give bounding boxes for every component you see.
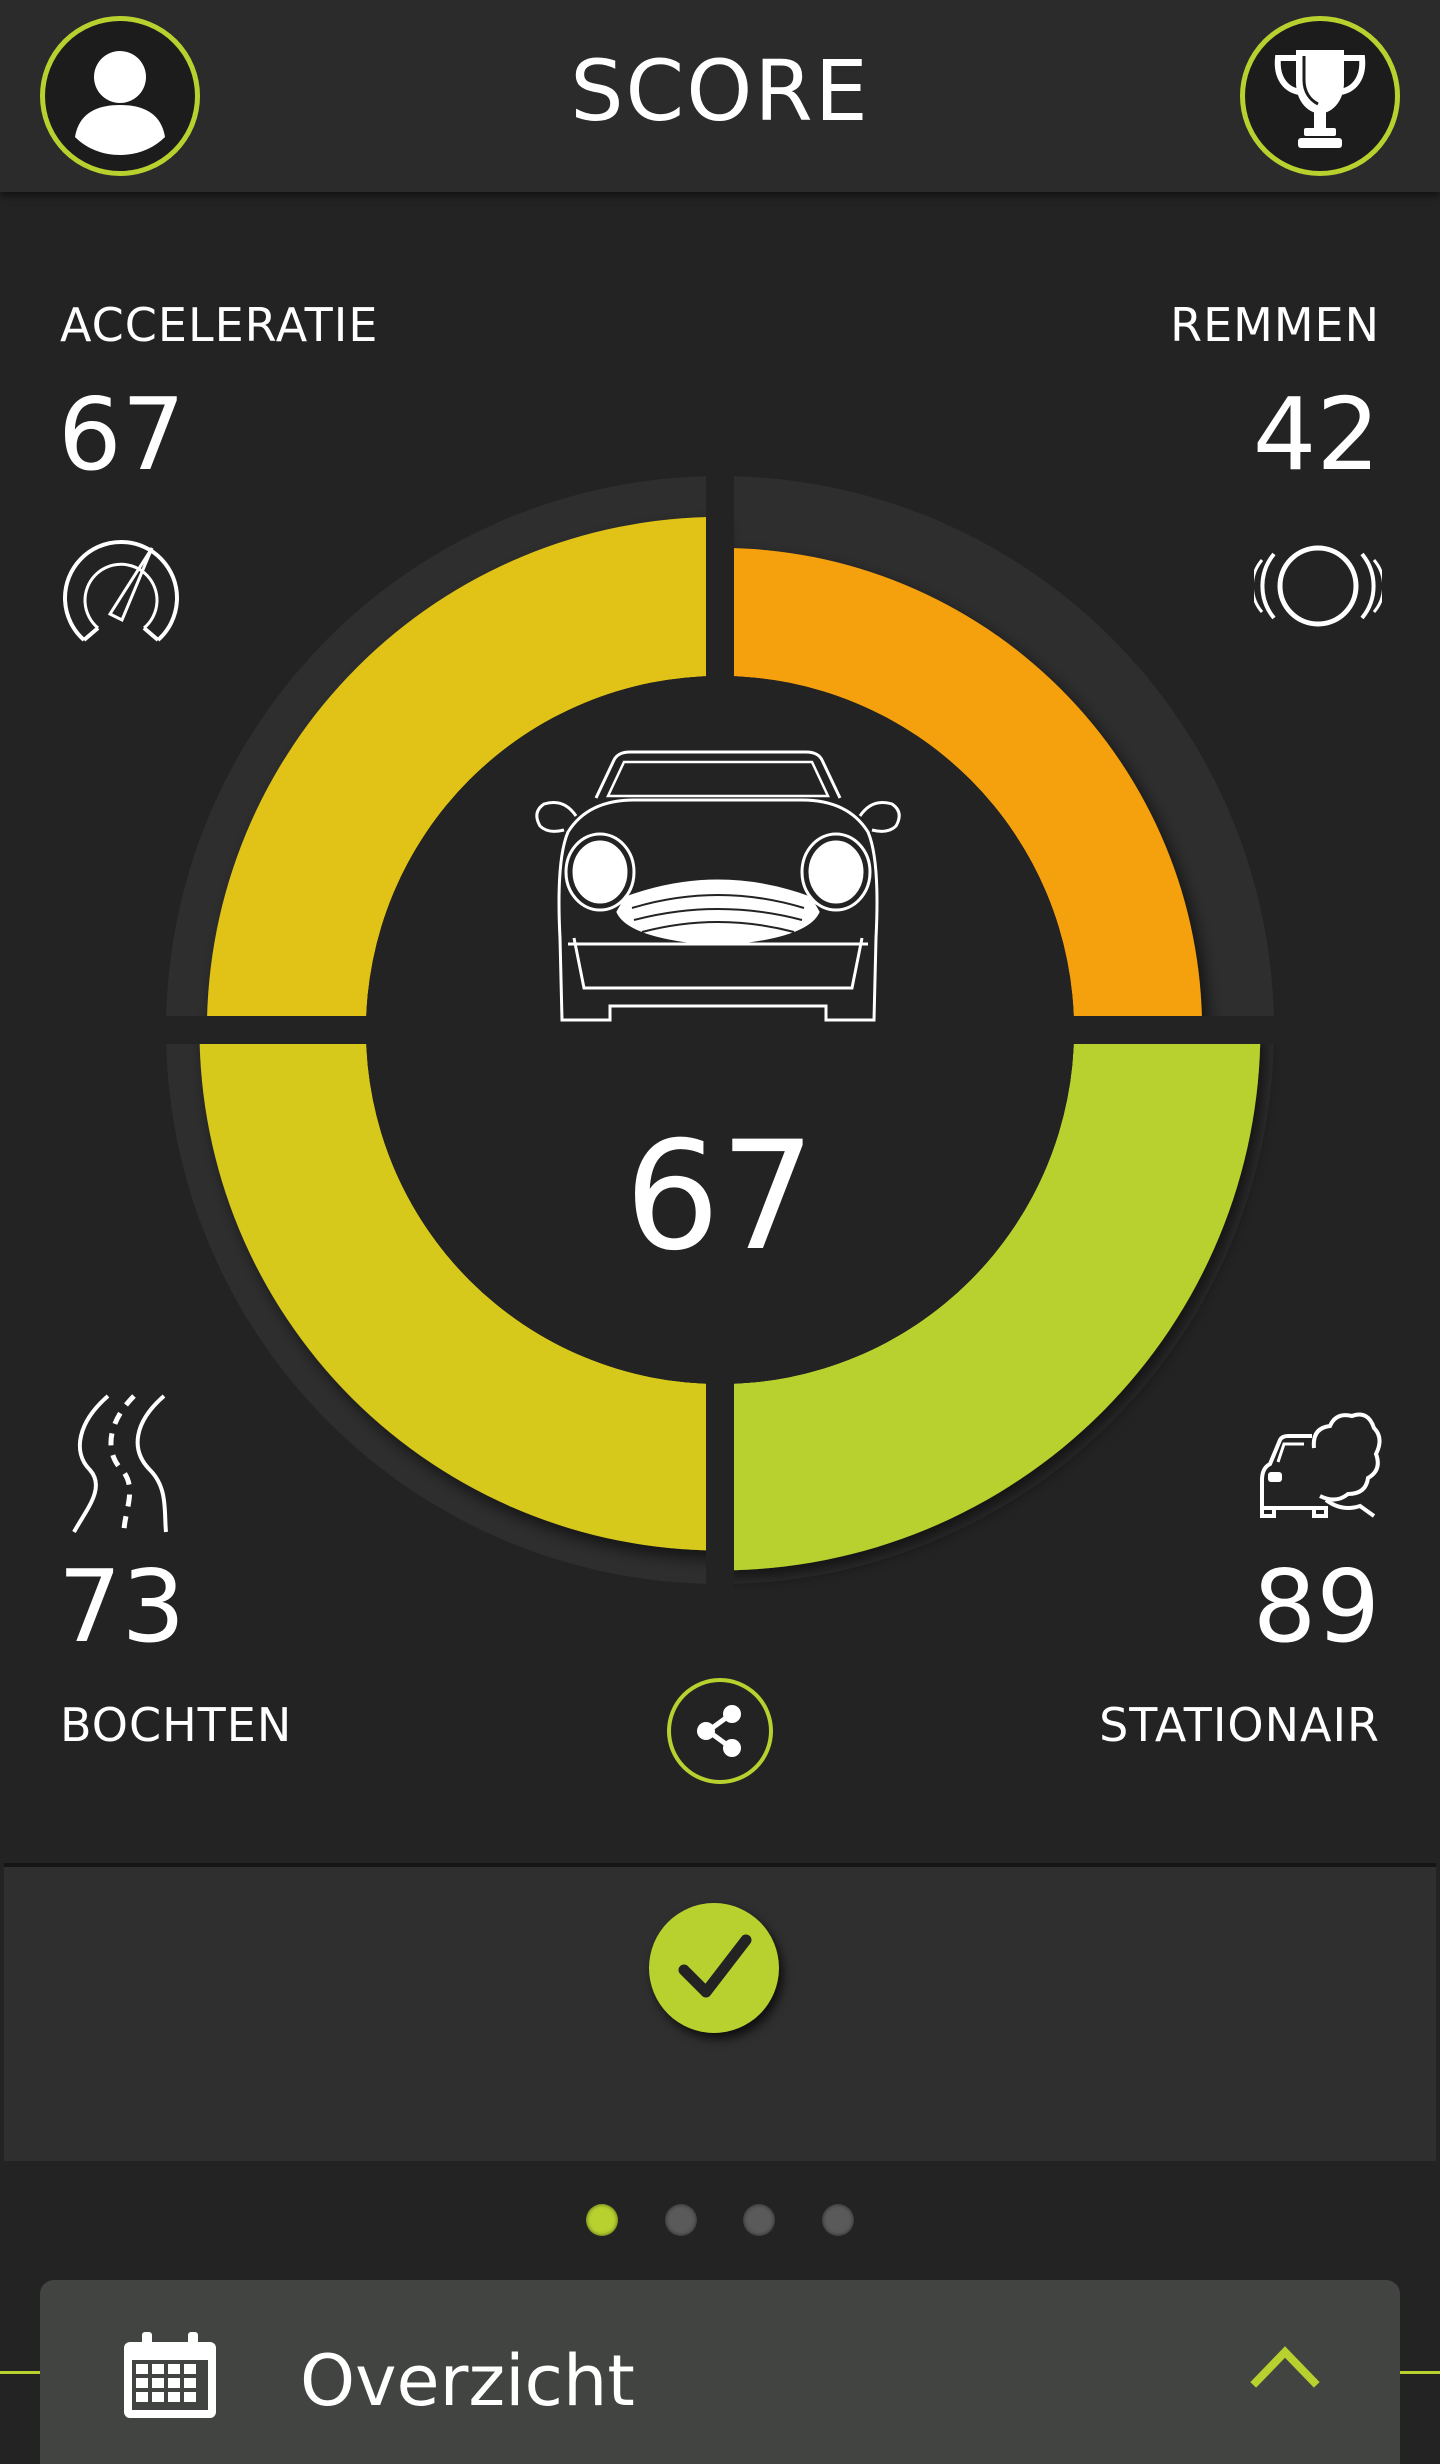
- page-dot-4[interactable]: [822, 2204, 854, 2236]
- chevron-up-icon[interactable]: [1250, 2342, 1320, 2388]
- overview-bar[interactable]: Overzicht: [40, 2280, 1400, 2464]
- remmen-label: REMMEN: [1170, 298, 1380, 352]
- accent-line-left: [0, 2371, 40, 2374]
- page-dot-3[interactable]: [743, 2204, 775, 2236]
- car-exhaust-icon: [1260, 1412, 1382, 1518]
- winding-road-icon: [72, 1394, 168, 1533]
- score-gauge: [160, 470, 1280, 1590]
- calendar-icon: [124, 2332, 216, 2418]
- trophy-button[interactable]: [1240, 16, 1400, 176]
- stationair-value: 89: [1252, 1548, 1380, 1665]
- page-dot-2[interactable]: [665, 2204, 697, 2236]
- bochten-label: BOCHTEN: [60, 1698, 293, 1752]
- page-dot-1[interactable]: [586, 2204, 618, 2236]
- page-title: SCORE: [570, 42, 870, 140]
- overview-title: Overzicht: [300, 2340, 635, 2422]
- checkmark-icon: [678, 1934, 752, 1998]
- trophy-icon: [1274, 50, 1366, 148]
- app-header: SCORE: [0, 0, 1440, 192]
- bochten-value: 73: [58, 1548, 186, 1665]
- share-icon: [697, 1705, 741, 1757]
- confirm-button[interactable]: [649, 1903, 779, 2033]
- acceleratie-label: ACCELERATIE: [60, 298, 379, 352]
- stationair-label: STATIONAIR: [1099, 1698, 1380, 1752]
- page-indicator: [0, 2204, 1440, 2236]
- accent-line-right: [1400, 2371, 1440, 2374]
- share-button[interactable]: [667, 1678, 773, 1784]
- total-score: 67: [624, 1110, 816, 1284]
